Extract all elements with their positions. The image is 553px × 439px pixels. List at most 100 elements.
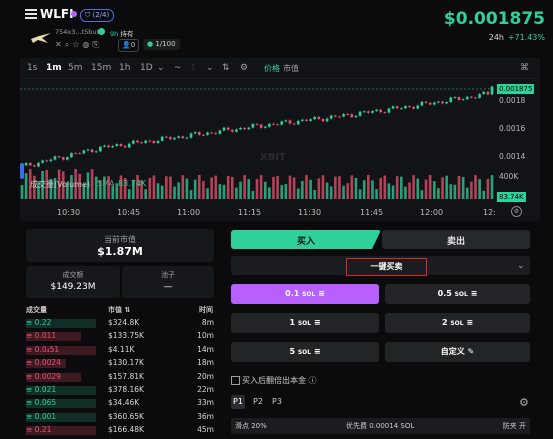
candle [94, 151, 98, 153]
holders-count: (2/4) [92, 11, 110, 19]
interval-1h[interactable]: 1h [119, 63, 130, 73]
volume-bar [301, 180, 304, 199]
volume-card-value: $149.23M [50, 282, 96, 292]
hold-label: 持有 [120, 30, 134, 38]
twitter-icon[interactable]: ✕ [55, 40, 65, 49]
share-icon[interactable]: ⎘ [92, 40, 101, 49]
mode-value[interactable]: 一键买卖 [346, 258, 427, 276]
holders-badge[interactable]: ⛉ (2/4) [80, 9, 115, 22]
volume-bar [164, 176, 168, 199]
trade-settings-bar[interactable]: 滑点 20% 优先费 0.00014 SOL 防夹 开 [231, 418, 530, 434]
interval-1d[interactable]: 1D [140, 63, 153, 73]
trade-row[interactable]: ≡ 0.22 $324.8K 8m [26, 318, 214, 330]
volume-bar [127, 189, 131, 199]
preset-p3[interactable]: P3 [270, 395, 284, 409]
candle [144, 140, 147, 143]
sort-icon[interactable]: ⇅ [124, 306, 130, 314]
star-icon[interactable]: ☆ [72, 40, 82, 49]
col-mcap[interactable]: 市值 ⇅ [108, 305, 130, 315]
candle [268, 123, 271, 127]
social-icons[interactable]: ✕⌕☆◍⎘ [55, 40, 102, 50]
y-tick: 0.0016 [499, 124, 526, 133]
interval-1m[interactable]: 1m [46, 63, 62, 73]
auto-sell-checkbox[interactable] [231, 376, 240, 385]
trade-row[interactable]: ≡ 0.065 $34.46K 33m [26, 398, 214, 410]
amount-1-sol[interactable]: 1 SOL ≡ [231, 313, 379, 333]
preset-p2[interactable]: P2 [251, 395, 265, 409]
volume-bar [457, 175, 461, 199]
volume-bar [449, 184, 453, 199]
trade-row[interactable]: ≡ 0.0029 $157.81K 20m [26, 372, 214, 384]
volume-bar [391, 185, 395, 199]
trade-row[interactable]: ≡ 0.011 $133.75K 10m [26, 331, 214, 343]
menu-icon[interactable] [25, 9, 37, 19]
mcap-toggle[interactable]: 市值 [283, 63, 299, 74]
candle [354, 115, 358, 118]
candle [148, 140, 152, 142]
candle [210, 132, 213, 134]
indicator-icon[interactable]: ⫶ [192, 63, 194, 73]
candle [441, 101, 444, 104]
trade-amount: ≡ 0.0029 [26, 371, 61, 381]
custom-amount-button[interactable]: 自定义 ✎ [385, 342, 530, 362]
trade-row[interactable]: ≡ 0.0024 $130.17K 18m [26, 358, 214, 370]
candle [251, 123, 255, 128]
sol-icon: ≡ [466, 318, 474, 327]
candle [292, 123, 296, 125]
token-address[interactable]: 754x3...t5but [55, 28, 99, 36]
holder-badge: 👤0 [118, 39, 140, 52]
priority-fee[interactable]: 优先费 0.00014 SOL [346, 418, 414, 434]
current-price: $0.001875 [443, 9, 545, 29]
interval-15m[interactable]: 15m [91, 63, 111, 73]
globe-icon[interactable]: ◍ [82, 40, 92, 49]
share-chart-icon[interactable]: ⌘ [520, 63, 529, 73]
trade-time: 8m [201, 318, 214, 327]
settings-icon[interactable]: ⚙ [519, 396, 529, 409]
candle [53, 156, 57, 160]
chevron-down-icon[interactable]: ⌄ [517, 261, 525, 271]
candle [140, 142, 143, 144]
volume-bar [152, 175, 156, 199]
volume-bar [379, 177, 382, 199]
settings-icon[interactable]: ⚙ [240, 63, 248, 73]
amount-0-1-sol[interactable]: 0.1 SOL ≡ [231, 284, 379, 304]
chevron-down-icon[interactable]: ⌄ [157, 63, 165, 73]
volume-bar [329, 186, 333, 199]
info-icon[interactable]: ⓘ [309, 376, 317, 385]
watermark: XBIT [260, 152, 286, 163]
preset-p1[interactable]: P1 [231, 395, 245, 409]
candle [115, 144, 119, 146]
interval-1s[interactable]: 1s [27, 63, 37, 73]
chart-svg[interactable]: XBIT [20, 79, 540, 221]
change-value: +71.43% [507, 33, 545, 42]
candle [395, 106, 399, 109]
volume-bar [268, 187, 271, 199]
candle [156, 140, 160, 144]
chevron-down-icon[interactable]: ⌄ [206, 63, 214, 73]
candle [367, 111, 370, 113]
amount-2-sol[interactable]: 2 SOL ≡ [385, 313, 530, 333]
y-tick: 400K [499, 172, 519, 181]
trade-row[interactable]: ≡ 0.001 $360.65K 36m [26, 412, 214, 424]
trade-row[interactable]: ≡ 0.21 $166.48K 45m [26, 425, 214, 437]
amount-0-5-sol[interactable]: 0.5 SOL ≡ [385, 284, 530, 304]
mev-protection[interactable]: 防夹 开 [503, 418, 526, 434]
amount-5-sol[interactable]: 5 SOL ≡ [231, 342, 379, 362]
volume-bar [317, 178, 321, 199]
chart-settings-icon[interactable]: ⚙ [511, 206, 522, 217]
layout-icon[interactable]: ⇅ [222, 63, 230, 73]
col-time[interactable]: 时间 [199, 305, 213, 315]
price-toggle[interactable]: 价格 [264, 63, 280, 74]
auto-sell-text: 买入后翻倍出本金 [242, 376, 306, 385]
col-volume[interactable]: 成交量 [26, 305, 47, 315]
trade-row[interactable]: ≡ 0.0₄51 $4.11K 14m [26, 345, 214, 357]
trade-row[interactable]: ≡ 0.021 $378.16K 22m [26, 385, 214, 397]
line-tool-icon[interactable]: ∼ [174, 63, 182, 73]
slippage[interactable]: 滑点 20% [235, 418, 267, 434]
trade-amount: ≡ 0.065 [26, 398, 57, 408]
chart-handle[interactable] [20, 163, 24, 179]
mcap-value: $1.87M [97, 245, 143, 258]
volume-tag: 83.74K [497, 192, 526, 202]
volume-bar [156, 183, 160, 199]
interval-5m[interactable]: 5m [68, 63, 83, 73]
